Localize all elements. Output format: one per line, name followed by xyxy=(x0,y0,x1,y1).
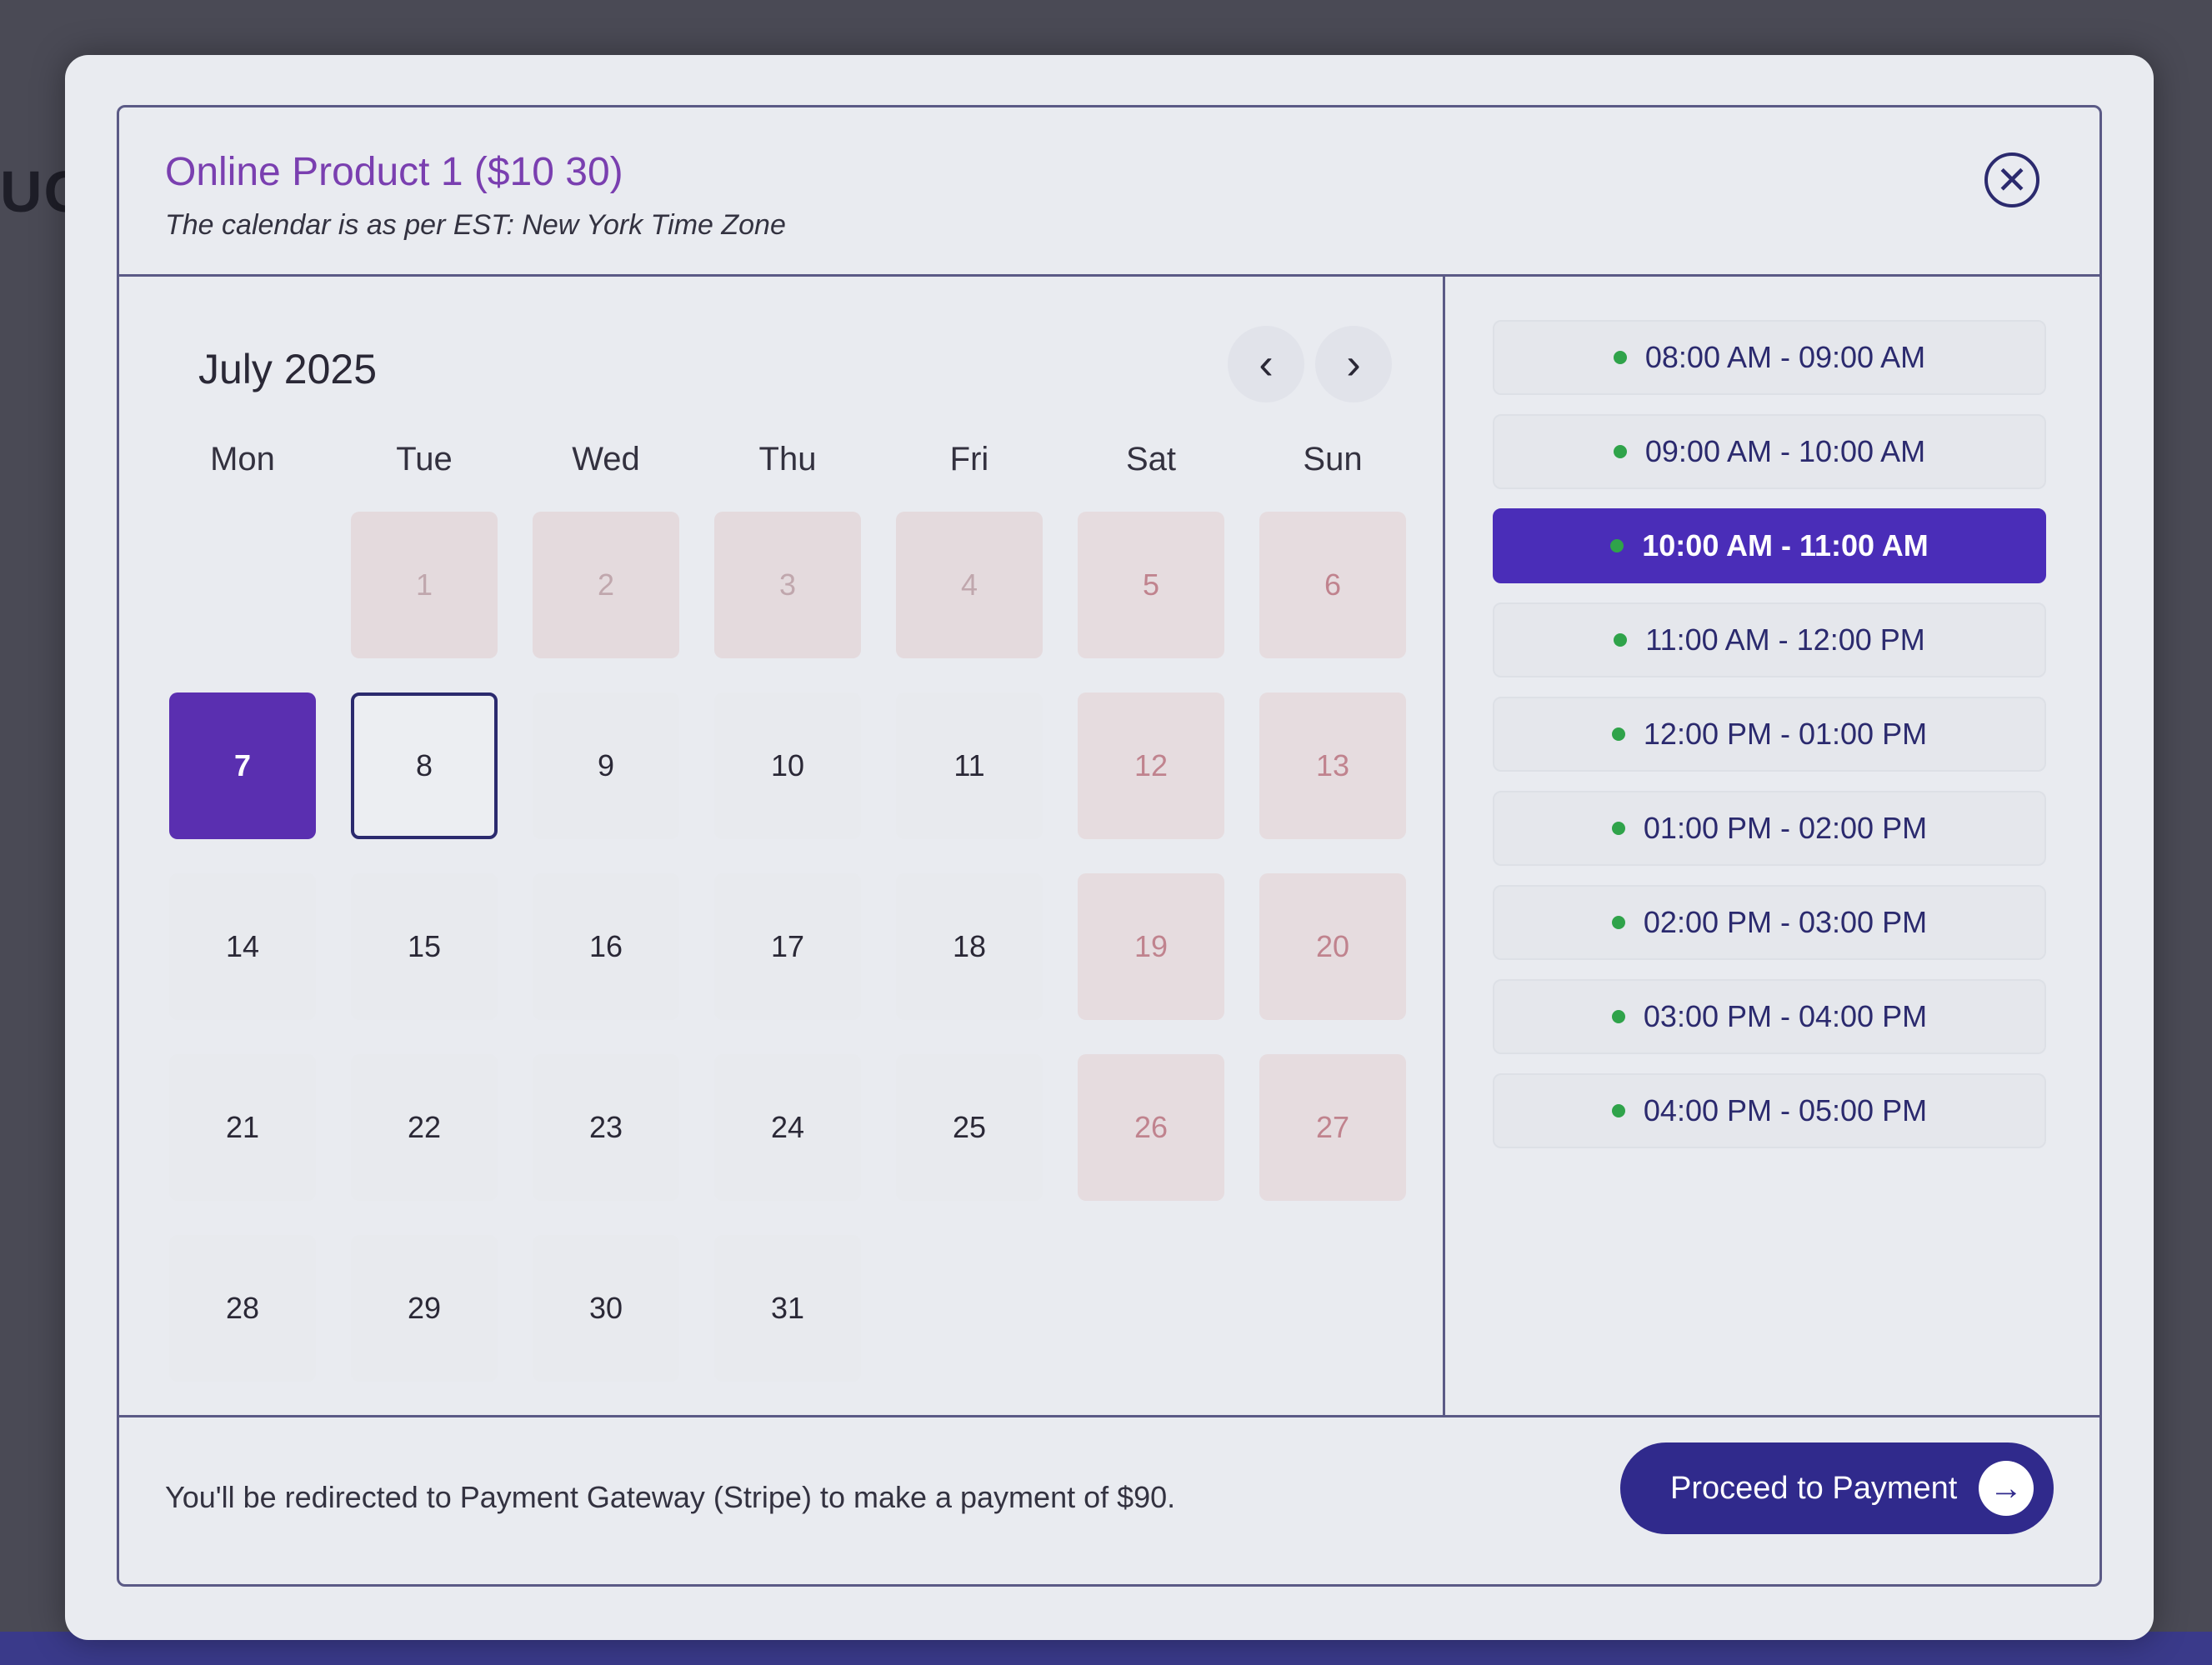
available-dot-icon xyxy=(1611,728,1625,741)
calendar-day: 4 xyxy=(896,512,1043,658)
weekday-header: Sat xyxy=(1125,441,1177,478)
calendar-day: 26 xyxy=(1078,1054,1224,1201)
chevron-right-icon[interactable]: › xyxy=(1315,326,1392,402)
modal-footer: You'll be redirected to Payment Gateway … xyxy=(119,1415,2099,1584)
arrow-right-icon: → xyxy=(1979,1461,2034,1516)
weekday-header: Wed xyxy=(572,441,640,478)
calendar-day: 2 xyxy=(533,512,679,658)
calendar-day: 12 xyxy=(1078,692,1224,839)
time-slot-list: 08:00 AM - 09:00 AM 09:00 AM - 10:00 AM … xyxy=(1443,274,2099,1418)
available-dot-icon xyxy=(1611,1104,1625,1118)
calendar-day[interactable]: 28 xyxy=(169,1235,316,1382)
calendar-day: 27 xyxy=(1259,1054,1406,1201)
calendar-day[interactable]: 30 xyxy=(533,1235,679,1382)
calendar-day[interactable]: 11 xyxy=(896,692,1043,839)
time-slot-label: 08:00 AM - 09:00 AM xyxy=(1644,340,1926,374)
proceed-to-payment-button[interactable]: Proceed to Payment → xyxy=(1620,1442,2054,1534)
time-slot[interactable]: 11:00 AM - 12:00 PM xyxy=(1493,602,2046,678)
calendar: July 2025 ‹ › Mon Tue Wed Thu Fri Sat Su… xyxy=(119,274,1445,1418)
calendar-day[interactable]: 10 xyxy=(714,692,861,839)
calendar-day[interactable]: 17 xyxy=(714,873,861,1020)
available-dot-icon xyxy=(1614,633,1628,647)
time-slot-label: 01:00 PM - 02:00 PM xyxy=(1643,811,1928,845)
booking-frame: Online Product 1 ($10 30) The calendar i… xyxy=(117,105,2102,1587)
available-dot-icon xyxy=(1613,445,1627,458)
calendar-day[interactable]: 25 xyxy=(896,1054,1043,1201)
available-dot-icon xyxy=(1611,1010,1625,1023)
weekday-header: Mon xyxy=(210,441,275,478)
time-slot-selected[interactable]: 10:00 AM - 11:00 AM xyxy=(1493,508,2046,583)
time-slot-label: 10:00 AM - 11:00 AM xyxy=(1642,528,1929,562)
calendar-day[interactable]: 14 xyxy=(169,873,316,1020)
payment-note: You'll be redirected to Payment Gateway … xyxy=(165,1480,1176,1514)
calendar-day: 6 xyxy=(1259,512,1406,658)
product-title: Online Product 1 ($10 30) xyxy=(165,150,623,194)
weekday-header: Tue xyxy=(396,441,453,478)
available-dot-icon xyxy=(1611,916,1625,929)
weekday-header: Thu xyxy=(758,441,817,478)
calendar-day: 1 xyxy=(351,512,498,658)
month-label: July 2025 xyxy=(198,346,378,392)
time-slot-label: 04:00 PM - 05:00 PM xyxy=(1643,1093,1928,1128)
calendar-day[interactable]: 15 xyxy=(351,873,498,1020)
modal-header: Online Product 1 ($10 30) The calendar i… xyxy=(119,108,2099,277)
calendar-day[interactable]: 29 xyxy=(351,1235,498,1382)
calendar-day[interactable]: 16 xyxy=(533,873,679,1020)
calendar-day: 5 xyxy=(1078,512,1224,658)
chevron-left-icon[interactable]: ‹ xyxy=(1228,326,1304,402)
available-dot-icon xyxy=(1611,822,1625,835)
calendar-day[interactable]: 31 xyxy=(714,1235,861,1382)
calendar-day: 19 xyxy=(1078,873,1224,1020)
calendar-day: 3 xyxy=(714,512,861,658)
time-slot[interactable]: 12:00 PM - 01:00 PM xyxy=(1493,697,2046,772)
calendar-day[interactable]: 18 xyxy=(896,873,1043,1020)
weekday-header: Fri xyxy=(949,441,989,478)
calendar-day[interactable]: 24 xyxy=(714,1054,861,1201)
time-slot-label: 09:00 AM - 10:00 AM xyxy=(1644,434,1926,468)
calendar-day-selected[interactable]: 7 xyxy=(169,692,316,839)
time-slot[interactable]: 09:00 AM - 10:00 AM xyxy=(1493,414,2046,489)
time-slot[interactable]: 08:00 AM - 09:00 AM xyxy=(1493,320,2046,395)
time-slot-label: 11:00 AM - 12:00 PM xyxy=(1645,622,1925,657)
calendar-day[interactable]: 21 xyxy=(169,1054,316,1201)
timezone-note: The calendar is as per EST: New York Tim… xyxy=(165,209,786,241)
available-dot-icon xyxy=(1610,539,1624,552)
time-slot[interactable]: 04:00 PM - 05:00 PM xyxy=(1493,1073,2046,1148)
calendar-day: 13 xyxy=(1259,692,1406,839)
time-slot[interactable]: 02:00 PM - 03:00 PM xyxy=(1493,885,2046,960)
close-icon[interactable]: ✕ xyxy=(1984,152,2039,208)
calendar-day-today[interactable]: 8 xyxy=(351,692,498,839)
time-slot-label: 12:00 PM - 01:00 PM xyxy=(1643,717,1928,751)
calendar-day: 20 xyxy=(1259,873,1406,1020)
time-slot[interactable]: 01:00 PM - 02:00 PM xyxy=(1493,791,2046,866)
time-slot-label: 03:00 PM - 04:00 PM xyxy=(1643,999,1928,1033)
calendar-day[interactable]: 9 xyxy=(533,692,679,839)
weekday-header: Sun xyxy=(1303,441,1363,478)
proceed-button-label: Proceed to Payment xyxy=(1670,1470,1958,1506)
booking-modal: Online Product 1 ($10 30) The calendar i… xyxy=(65,55,2154,1640)
available-dot-icon xyxy=(1613,351,1627,364)
calendar-day[interactable]: 22 xyxy=(351,1054,498,1201)
time-slot[interactable]: 03:00 PM - 04:00 PM xyxy=(1493,979,2046,1054)
time-slot-label: 02:00 PM - 03:00 PM xyxy=(1643,905,1928,939)
calendar-day[interactable]: 23 xyxy=(533,1054,679,1201)
